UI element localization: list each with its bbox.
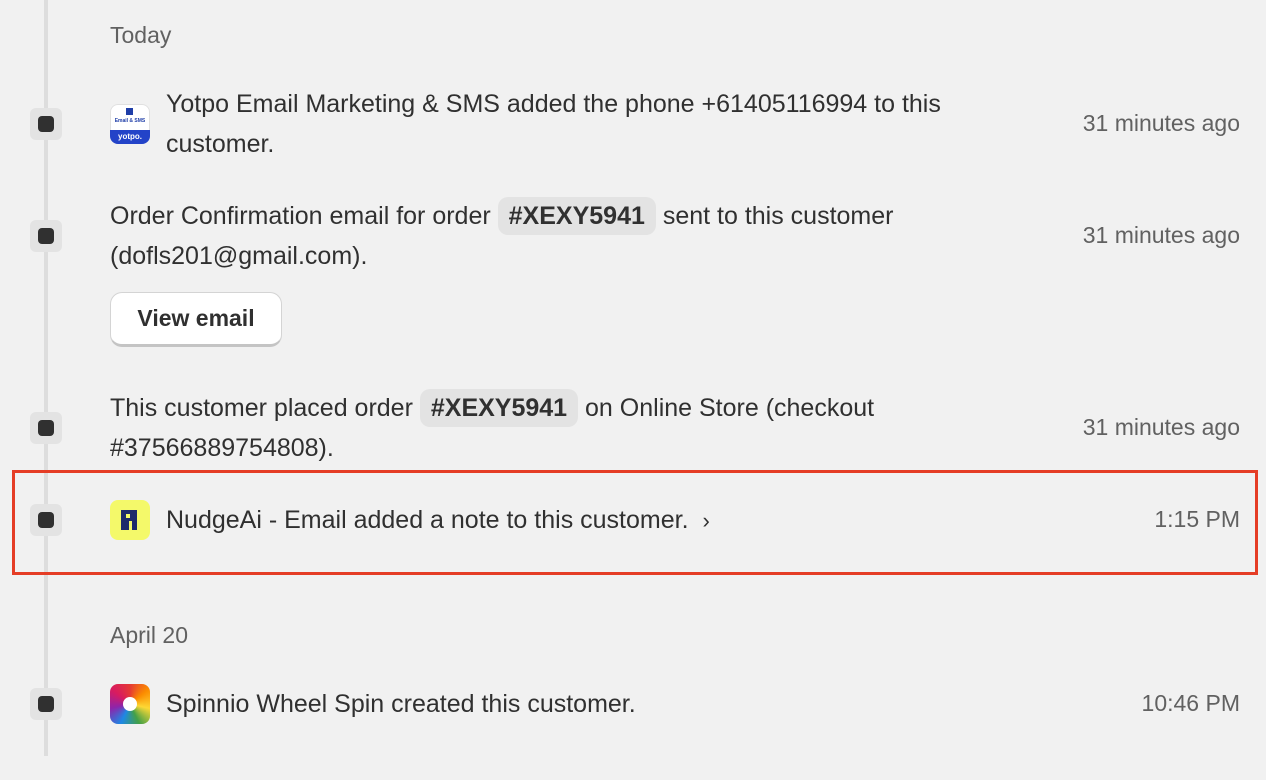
event-text-email: (dofls201@gmail.com). bbox=[110, 242, 368, 270]
event-text-spinnio: Spinnio Wheel Spin created this customer… bbox=[166, 690, 636, 718]
date-header-april-20: April 20 bbox=[110, 622, 188, 648]
event-text-order-placed: This customer placed order #XEXY5941 on … bbox=[110, 388, 1030, 468]
event-time-order-placed: 31 minutes ago bbox=[1082, 414, 1240, 440]
view-email-button[interactable]: View email bbox=[110, 292, 282, 347]
event-text-part: Order Confirmation email for order bbox=[110, 202, 491, 230]
event-text-part: sent to this customer bbox=[662, 202, 894, 230]
event-text-part: on Online Store (checkout bbox=[585, 394, 875, 422]
timeline-dot bbox=[30, 108, 62, 140]
event-time-order-confirmation: 31 minutes ago bbox=[1082, 222, 1240, 248]
event-time-yotpo: 31 minutes ago bbox=[1082, 110, 1240, 136]
event-text-order-confirmation: Order Confirmation email for order #XEXY… bbox=[110, 196, 1030, 276]
timeline-dot bbox=[30, 688, 62, 720]
highlight-box bbox=[12, 470, 1258, 575]
event-text-yotpo: Yotpo Email Marketing & SMS added the ph… bbox=[166, 90, 941, 158]
event-text-checkout: #37566889754808). bbox=[110, 434, 334, 462]
order-chip[interactable]: #XEXY5941 bbox=[419, 389, 579, 427]
yotpo-flag-icon bbox=[126, 108, 133, 115]
timeline-dot bbox=[30, 412, 62, 444]
wheel-center-icon bbox=[123, 697, 137, 711]
event-text-part: This customer placed order bbox=[110, 394, 413, 422]
timeline-dot bbox=[30, 220, 62, 252]
spinnio-app-icon bbox=[110, 684, 150, 724]
yotpo-icon-caption: Email & SMS bbox=[114, 118, 146, 124]
yotpo-app-icon: Email & SMS yotpo. bbox=[110, 104, 150, 144]
yotpo-icon-label: yotpo. bbox=[110, 130, 150, 144]
date-header-today: Today bbox=[110, 22, 172, 48]
order-chip[interactable]: #XEXY5941 bbox=[497, 197, 656, 235]
event-time-spinnio: 10:46 PM bbox=[1141, 690, 1240, 716]
